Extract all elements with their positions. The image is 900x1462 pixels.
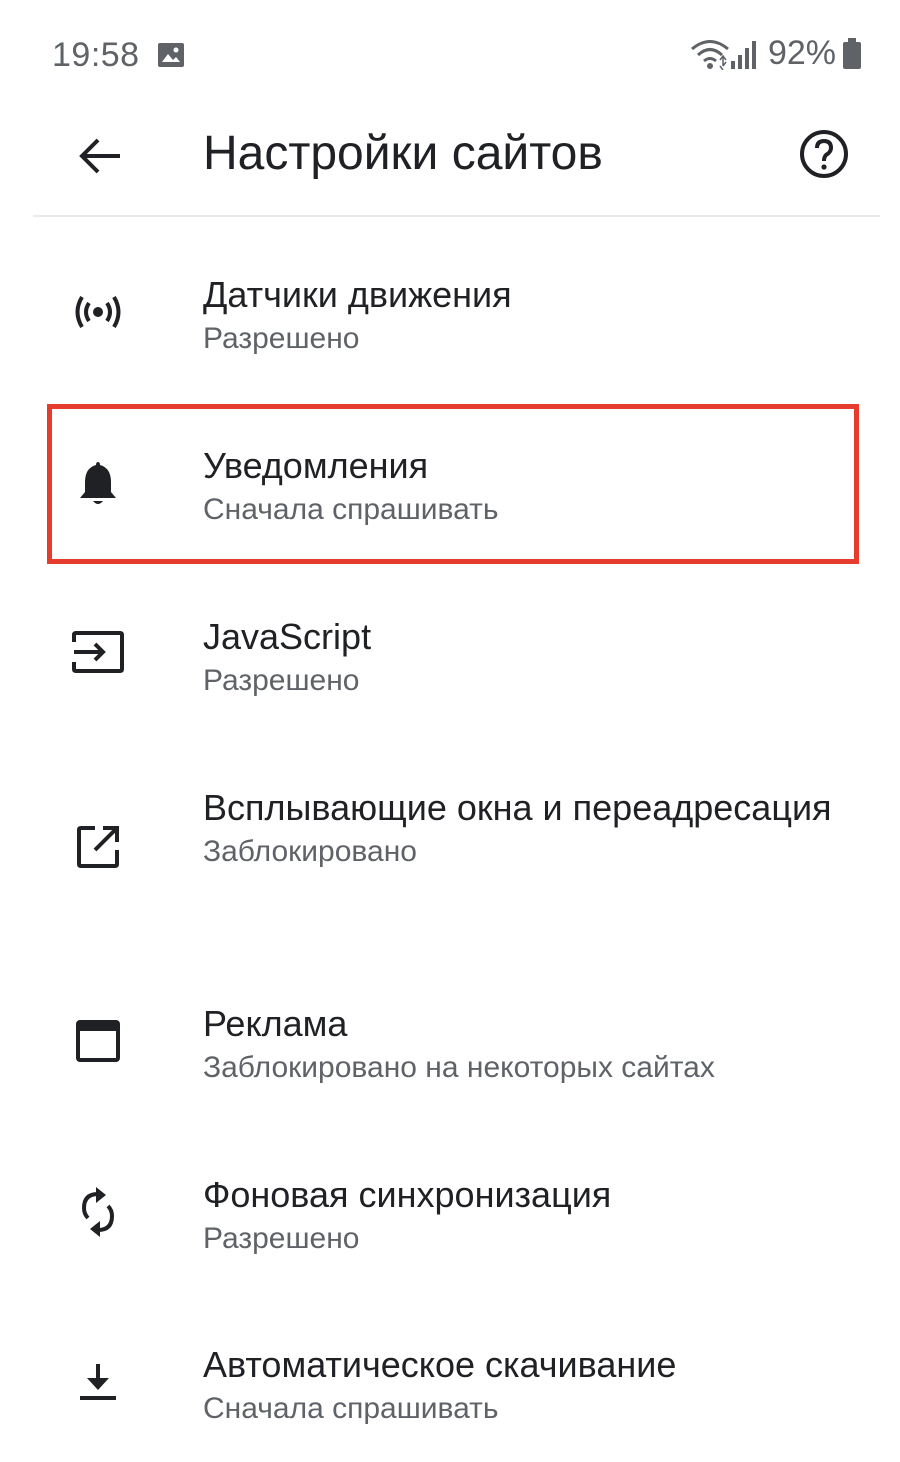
sync-icon: [68, 1182, 128, 1242]
status-bar: 19:58 92%: [0, 0, 900, 112]
list-item-motion-sensors[interactable]: Датчики движения Разрешено: [0, 272, 900, 392]
item-title: Фоновая синхронизация: [203, 1174, 612, 1215]
download-icon: [68, 1352, 128, 1412]
javascript-icon: [68, 622, 128, 682]
wifi-icon: [690, 38, 730, 70]
signal-icon: [730, 39, 758, 69]
list-item-javascript[interactable]: JavaScript Разрешено: [0, 614, 900, 734]
popup-icon: [68, 817, 128, 877]
item-subtitle: Разрешено: [203, 322, 360, 355]
item-text: Автоматическое скачивание Сначала спраши…: [203, 1342, 843, 1429]
item-text: Всплывающие окна и переадресация Заблоки…: [203, 785, 843, 872]
item-title: Всплывающие окна и переадресация: [203, 787, 832, 828]
page-title: Настройки сайтов: [203, 127, 603, 180]
item-title: Датчики движения: [203, 274, 512, 315]
help-button[interactable]: [794, 126, 854, 186]
list-item-ads[interactable]: Реклама Заблокировано на некоторых сайта…: [0, 1001, 900, 1121]
highlight-box: [47, 404, 859, 564]
battery-icon: [842, 37, 862, 70]
item-title: Автоматическое скачивание: [203, 1344, 677, 1385]
item-subtitle: Заблокировано на некоторых сайтах: [203, 1051, 715, 1084]
ads-icon: [68, 1011, 128, 1071]
motion-sensors-icon: [68, 282, 128, 342]
item-text: Реклама Заблокировано на некоторых сайта…: [203, 1001, 843, 1088]
item-text: JavaScript Разрешено: [203, 614, 843, 701]
item-title: JavaScript: [203, 616, 372, 657]
item-subtitle: Разрешено: [203, 664, 360, 697]
gallery-icon: [157, 42, 185, 73]
arrow-left-icon: [78, 136, 122, 181]
help-circle-icon: [798, 128, 850, 185]
item-subtitle: Разрешено: [203, 1222, 360, 1255]
app-bar-divider: [33, 215, 880, 217]
item-subtitle: Сначала спрашивать: [203, 1392, 499, 1425]
item-text: Датчики движения Разрешено: [203, 272, 843, 359]
list-item-popups[interactable]: Всплывающие окна и переадресация Заблоки…: [0, 785, 900, 955]
item-title: Реклама: [203, 1003, 348, 1044]
list-item-background-sync[interactable]: Фоновая синхронизация Разрешено: [0, 1172, 900, 1292]
item-text: Фоновая синхронизация Разрешено: [203, 1172, 843, 1259]
status-time: 19:58: [52, 36, 140, 74]
battery-percentage: 92%: [767, 34, 836, 72]
app-bar: Настройки сайтов: [0, 112, 900, 216]
back-button[interactable]: [70, 128, 130, 188]
list-item-auto-downloads[interactable]: Автоматическое скачивание Сначала спраши…: [0, 1342, 900, 1462]
item-subtitle: Заблокировано: [203, 835, 417, 868]
